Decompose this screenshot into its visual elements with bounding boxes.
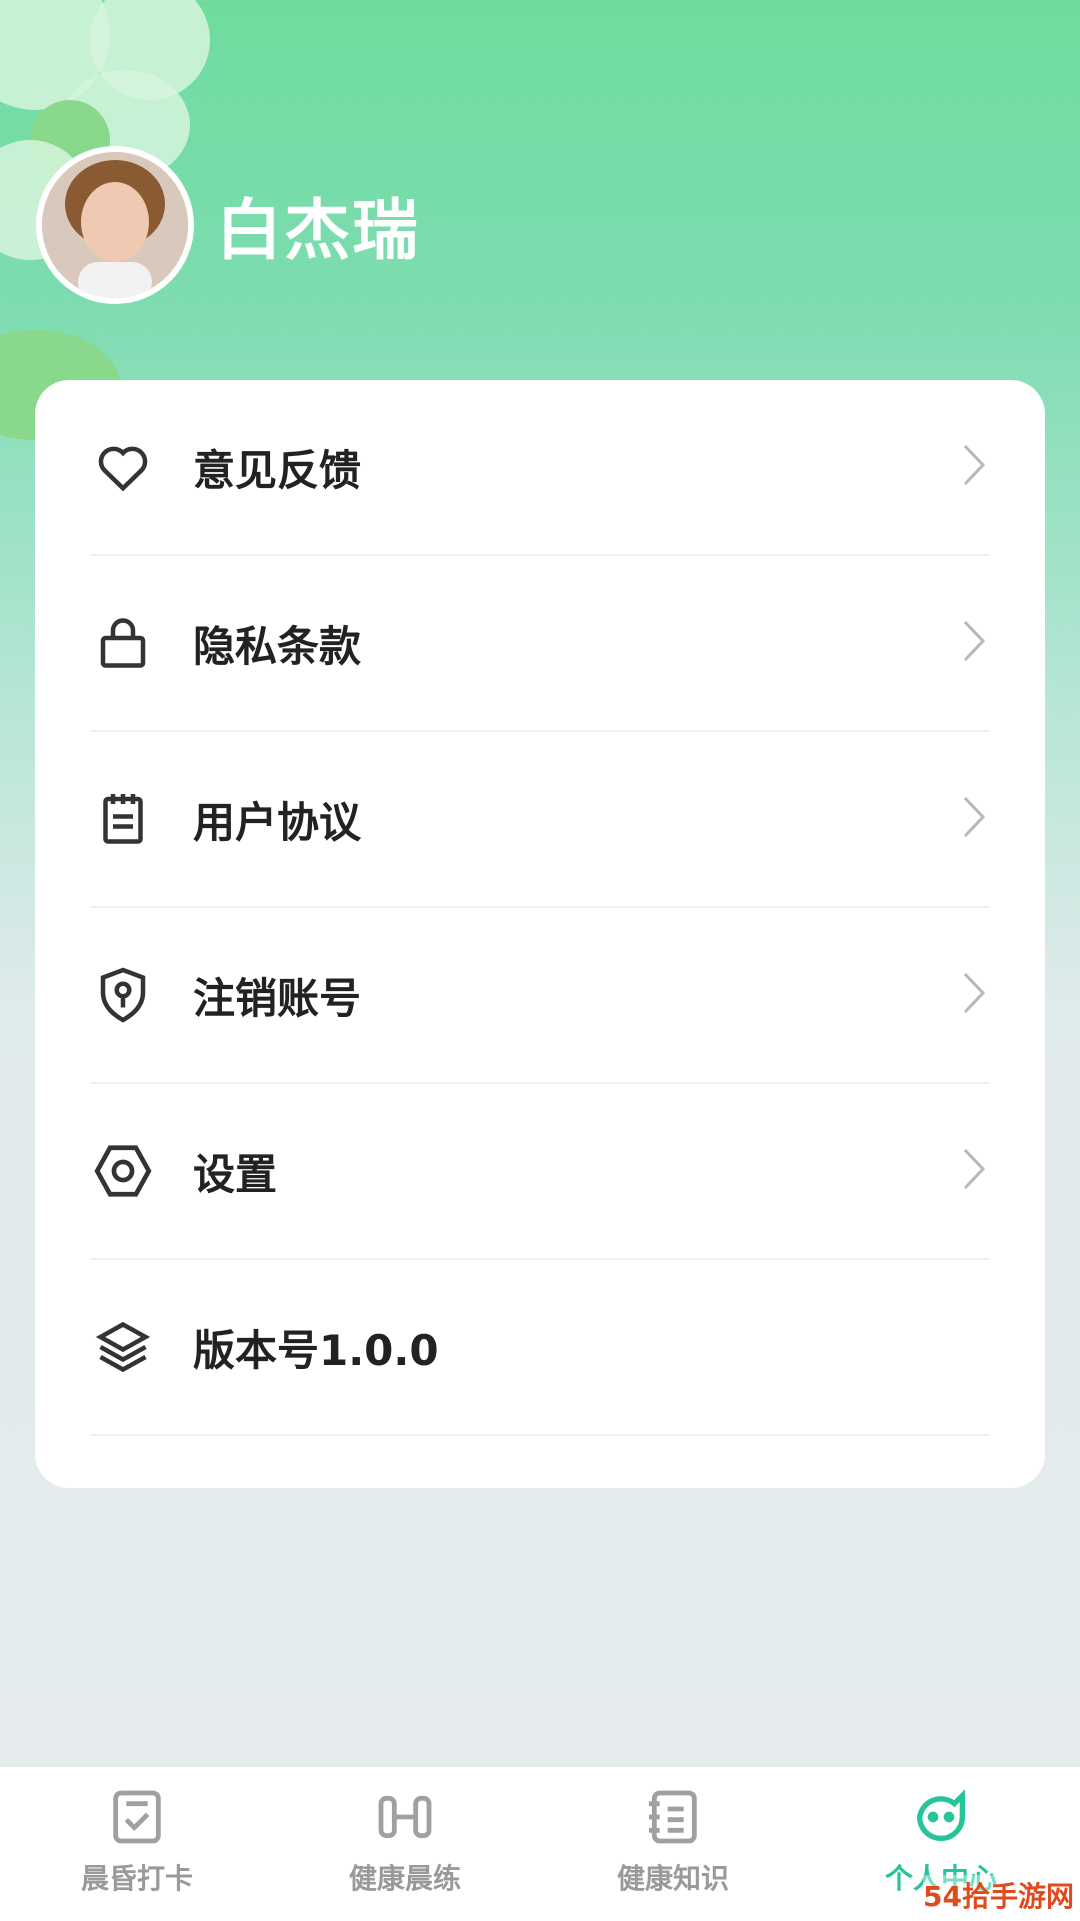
chevron-right-icon — [963, 444, 986, 486]
hexagon-settings-icon — [91, 1139, 155, 1203]
chevron-right-icon — [963, 1148, 986, 1190]
checkin-icon — [105, 1785, 169, 1849]
tab-knowledge[interactable]: 健康知识 — [573, 1785, 773, 1897]
menu-item-label: 注销账号 — [193, 973, 362, 1023]
lock-icon — [91, 611, 155, 675]
tab-exercise[interactable]: 健康晨练 — [305, 1785, 505, 1897]
menu-card: 意见反馈 隐私条款 用户协议 注销账号 设置 版本号1.0.0 — [35, 380, 1045, 1488]
version-label: 版本号1.0.0 — [193, 1325, 439, 1375]
profile-header: 白杰瑞 — [36, 146, 420, 304]
menu-item-label: 设置 — [193, 1149, 278, 1199]
shield-key-icon — [91, 963, 155, 1027]
tab-checkin[interactable]: 晨昏打卡 — [37, 1785, 237, 1897]
menu-item-feedback[interactable]: 意见反馈 — [91, 380, 989, 556]
document-icon — [91, 787, 155, 851]
menu-item-label: 隐私条款 — [193, 621, 362, 671]
notebook-icon — [641, 1785, 705, 1849]
menu-item-cancel-account[interactable]: 注销账号 — [91, 908, 989, 1084]
tab-label: 晨昏打卡 — [80, 1862, 193, 1895]
menu-item-label: 意见反馈 — [193, 445, 362, 495]
username: 白杰瑞 — [216, 192, 420, 269]
menu-item-agreement[interactable]: 用户协议 — [91, 732, 989, 908]
chevron-right-icon — [963, 620, 986, 662]
chevron-right-icon — [963, 972, 986, 1014]
avatar[interactable] — [36, 146, 194, 304]
face-icon — [909, 1785, 973, 1849]
menu-item-version: 版本号1.0.0 — [91, 1260, 989, 1436]
heart-icon — [91, 435, 155, 499]
menu-item-label: 用户协议 — [193, 797, 362, 847]
chevron-right-icon — [963, 796, 986, 838]
menu-item-settings[interactable]: 设置 — [91, 1084, 989, 1260]
layers-icon — [91, 1315, 155, 1379]
tab-label: 健康知识 — [616, 1862, 729, 1895]
watermark-logo: 54拾手游网 — [923, 1875, 1074, 1915]
menu-item-privacy[interactable]: 隐私条款 — [91, 556, 989, 732]
bottom-tabbar: 晨昏打卡 健康晨练 健康知识 个人中心 54拾手游网 — [0, 1766, 1080, 1921]
exercise-icon — [373, 1785, 437, 1849]
tab-label: 健康晨练 — [348, 1862, 461, 1895]
